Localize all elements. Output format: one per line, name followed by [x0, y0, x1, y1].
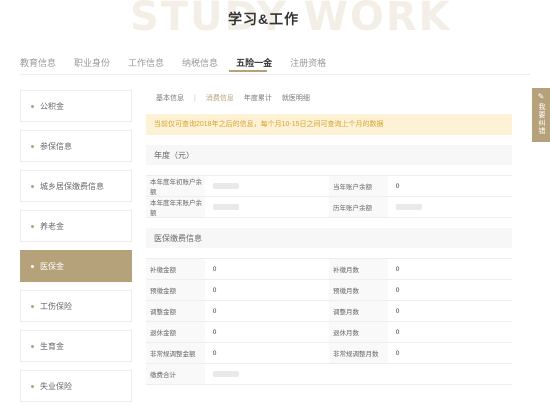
page-title: 学习&工作	[228, 11, 300, 27]
sidebar-item-maternity[interactable]: 生育金	[20, 330, 132, 362]
redacted-value	[212, 204, 239, 210]
bullet-icon	[31, 104, 34, 108]
field-label: 调整金额	[146, 301, 205, 321]
sidebar-item-pension[interactable]: 养老金	[20, 210, 132, 242]
bullet-icon	[31, 344, 34, 348]
sidebar-item-medical[interactable]: 医保金	[20, 250, 132, 282]
table-row: 本年度年末账户余额 历年账户余额	[146, 197, 512, 218]
redacted-value	[395, 204, 422, 210]
bullet-icon	[31, 384, 34, 388]
main-content: 基本信息 | 消费信息 年度累计 就医明细 当前仅可查询2018年之后的信息，每…	[146, 90, 512, 408]
bullet-icon	[31, 304, 34, 308]
topnav-registration[interactable]: 注册资格	[290, 56, 326, 69]
sidebar-item-housing-fund[interactable]: 公积金	[20, 90, 132, 122]
field-label: 退休金额	[146, 322, 205, 342]
sidebar: 公积金 参保信息 城乡居保缴费信息 养老金 医保金 工伤保险 生育金 失业保险	[20, 90, 132, 410]
bullet-icon	[31, 144, 34, 148]
field-label: 非常规调整金额	[146, 343, 205, 363]
sidebar-item-resident-payment[interactable]: 城乡居保缴费信息	[20, 170, 132, 202]
report-error-button[interactable]: ✎ 我要纠错	[532, 88, 550, 142]
field-value: 0	[212, 286, 217, 294]
field-value: 0	[212, 328, 217, 336]
field-label: 缴费合计	[146, 364, 205, 384]
field-value: 0	[212, 307, 217, 315]
sidebar-item-injury[interactable]: 工伤保险	[20, 290, 132, 322]
bullet-icon	[31, 184, 34, 188]
sidebar-item-insured-info[interactable]: 参保信息	[20, 130, 132, 162]
subtabs: 基本信息 | 消费信息 年度累计 就医明细	[146, 90, 512, 106]
topnav-work[interactable]: 工作信息	[128, 56, 164, 69]
subtab-separator: |	[194, 94, 196, 102]
field-label: 本年度年初账户余额	[146, 176, 205, 196]
field-value: 0	[395, 182, 400, 190]
field-value: 0	[395, 265, 400, 273]
bullet-icon	[31, 264, 34, 268]
topnav-insurance[interactable]: 五险一金	[236, 56, 272, 69]
section-title-payment: 医保缴费信息	[146, 228, 512, 248]
field-label: 历年账户余额	[329, 197, 388, 217]
bullet-icon	[31, 224, 34, 228]
field-value: 0	[395, 286, 400, 294]
field-value: 0	[395, 328, 400, 336]
field-value	[205, 197, 329, 217]
report-error-label: 我要纠错	[538, 103, 545, 135]
field-label: 退休月数	[329, 322, 388, 342]
field-label: 本年度年末账户余额	[146, 197, 205, 217]
section-title-year: 年度（元）	[146, 145, 512, 165]
top-navigation: 教育信息 职业身份 工作信息 纳税信息 五险一金 注册资格	[20, 56, 326, 69]
field-value	[388, 197, 512, 217]
field-value: 0	[212, 349, 217, 357]
table-row: 调整金额 0 调整月数 0	[146, 301, 512, 322]
table-row: 预缴金额 0 预缴月数 0	[146, 280, 512, 301]
field-label: 预缴金额	[146, 280, 205, 300]
year-table: 本年度年初账户余额 当年账户余额 0 本年度年末账户余额 历年账户余额	[146, 175, 512, 218]
field-value: 0	[212, 265, 217, 273]
topnav-tax[interactable]: 纳税信息	[182, 56, 218, 69]
table-row: 补缴金额 0 补缴月数 0	[146, 259, 512, 280]
redacted-value	[212, 183, 239, 189]
topnav-occupation[interactable]: 职业身份	[74, 56, 110, 69]
table-row: 缴费合计	[146, 364, 512, 385]
pencil-icon: ✎	[537, 92, 545, 101]
notice-banner: 当前仅可查询2018年之后的信息，每个月10-15日之间可查询上个月的数据	[146, 114, 512, 135]
subtab-annual[interactable]: 年度累计	[244, 93, 272, 103]
payment-table: 补缴金额 0 补缴月数 0 预缴金额 0 预缴月数 0 调整金额 0 调整月数 …	[146, 258, 512, 385]
field-label: 补缴金额	[146, 259, 205, 279]
field-label: 当年账户余额	[329, 176, 388, 196]
sidebar-item-unemployment[interactable]: 失业保险	[20, 370, 132, 402]
redacted-value	[213, 371, 239, 377]
field-value	[205, 176, 329, 196]
table-row: 退休金额 0 退休月数 0	[146, 322, 512, 343]
table-row: 本年度年初账户余额 当年账户余额 0	[146, 176, 512, 197]
field-label: 非常规调整月数	[329, 343, 388, 363]
subtab-consumption[interactable]: 消费信息	[206, 93, 234, 103]
topnav-divider	[20, 74, 530, 75]
field-label: 调整月数	[329, 301, 388, 321]
field-label: 预缴月数	[329, 280, 388, 300]
topnav-education[interactable]: 教育信息	[20, 56, 56, 69]
table-row: 非常规调整金额 0 非常规调整月数 0	[146, 343, 512, 364]
subtab-basic[interactable]: 基本信息	[156, 93, 184, 103]
subtab-medical-detail[interactable]: 就医明细	[282, 93, 310, 103]
field-value: 0	[395, 349, 400, 357]
field-value: 0	[395, 307, 400, 315]
field-label: 补缴月数	[329, 259, 388, 279]
field-value	[205, 364, 330, 384]
active-tab-underline	[229, 70, 267, 72]
